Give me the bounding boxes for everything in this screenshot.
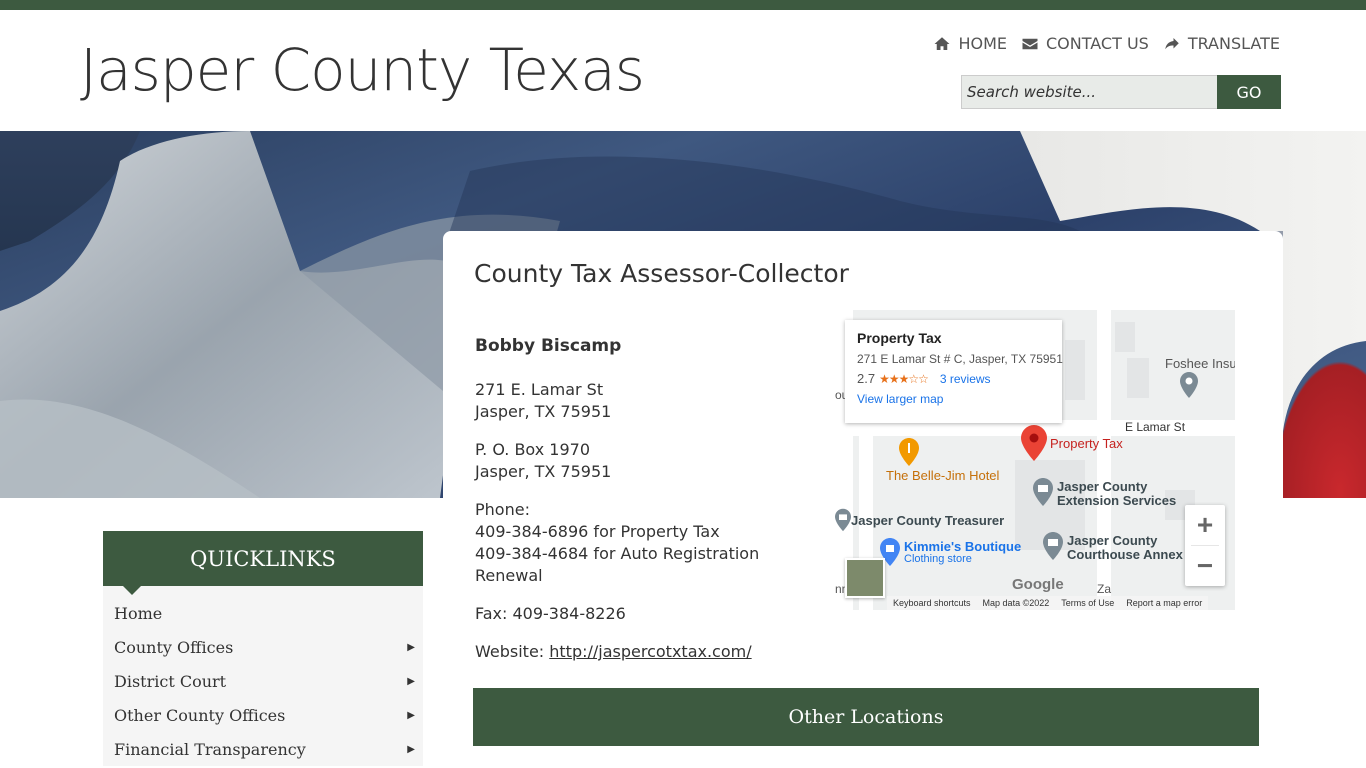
- site-title[interactable]: Jasper County Texas: [80, 36, 645, 104]
- fax-number: Fax: 409-384-8226: [475, 604, 626, 623]
- map-building: [1115, 322, 1135, 352]
- quicklink-label: Other County Offices: [114, 705, 286, 725]
- popup-title: Property Tax: [857, 330, 942, 346]
- keyboard-shortcuts-link[interactable]: Keyboard shortcuts: [893, 598, 971, 608]
- map-label-foshee: Foshee Insu: [1165, 356, 1235, 371]
- nav-contact-label: CONTACT US: [1045, 34, 1149, 53]
- nav-translate[interactable]: TRANSLATE: [1163, 34, 1280, 53]
- government-pin-icon: [1043, 532, 1063, 560]
- website-label: Website:: [475, 642, 545, 661]
- google-logo: Google: [1012, 576, 1064, 593]
- po-box-address: P. O. Box 1970 Jasper, TX 75951: [475, 439, 825, 483]
- search-go-button[interactable]: GO: [1217, 75, 1281, 109]
- phone-block: Phone: 409-384-6896 for Property Tax 409…: [475, 499, 825, 587]
- map-building: [1065, 340, 1085, 400]
- quicklink-home[interactable]: Home: [103, 596, 423, 630]
- submenu-arrow-icon: ▶: [407, 709, 415, 721]
- map-label-belle-jim: The Belle-Jim Hotel: [886, 468, 1000, 483]
- nav-translate-label: TRANSLATE: [1187, 34, 1280, 53]
- submenu-arrow-icon: ▶: [407, 675, 415, 687]
- phone-property-tax: 409-384-6896 for Property Tax: [475, 522, 720, 541]
- map-label-annex-2: Courthouse Annex: [1067, 547, 1183, 562]
- government-pin-icon: [835, 508, 851, 532]
- quicklink-district-court[interactable]: District Court ▶: [103, 664, 423, 698]
- other-locations-header[interactable]: Other Locations: [473, 688, 1259, 746]
- embedded-google-map[interactable]: Foshee Insu E Lamar St ou Property Tax T…: [835, 310, 1235, 610]
- map-pin-icon[interactable]: [1021, 425, 1047, 461]
- quicklinks-list: Home County Offices ▶ District Court ▶ Oth…: [103, 586, 423, 766]
- zoom-in-button[interactable]: +: [1185, 505, 1225, 545]
- nav-home[interactable]: HOME: [933, 34, 1007, 53]
- official-name: Bobby Biscamp: [475, 336, 622, 356]
- street-view-thumbnail[interactable]: [845, 558, 885, 598]
- restaurant-pin-icon: [899, 438, 919, 466]
- popup-address: 271 E Lamar St # C, Jasper, TX 75951: [857, 352, 1063, 366]
- address-line2: Jasper, TX 75951: [475, 402, 612, 421]
- map-label-e-lamar: E Lamar St: [1125, 420, 1186, 434]
- popup-rating: 2.7: [857, 371, 876, 386]
- map-label-annex-1: Jasper County: [1067, 533, 1158, 548]
- map-label-kimmies: Kimmie's Boutique: [904, 539, 1022, 554]
- quicklink-label: District Court: [114, 671, 227, 691]
- view-larger-map-link[interactable]: View larger map: [857, 392, 1050, 406]
- page-title: County Tax Assessor-Collector: [474, 259, 849, 288]
- map-label-extension: Jasper County Extension Services: [1057, 480, 1176, 508]
- envelope-icon: [1022, 38, 1038, 49]
- star-rating-icon: ★★★☆☆: [879, 371, 929, 386]
- quicklinks-title: QUICKLINKS: [103, 531, 423, 595]
- share-icon: [1165, 37, 1179, 49]
- address-line1: 271 E. Lamar St: [475, 380, 604, 399]
- search-input[interactable]: [961, 75, 1217, 109]
- quicklink-other-county-offices[interactable]: Other County Offices ▶: [103, 698, 423, 732]
- map-label-street-za: Za: [1097, 582, 1112, 596]
- popup-rating-row: 2.7 ★★★☆☆ 3 reviews: [857, 371, 1050, 386]
- map-poi-icon: [1180, 372, 1198, 398]
- map-label-extension-2: Extension Services: [1057, 493, 1177, 508]
- home-icon: [934, 36, 950, 50]
- nav-home-label: HOME: [958, 34, 1007, 53]
- map-label-property-tax: Property Tax: [1050, 436, 1123, 451]
- top-accent-bar: [0, 0, 1366, 10]
- submenu-arrow-icon: ▶: [407, 743, 415, 755]
- map-label-kimmies-type: Clothing store: [904, 553, 972, 565]
- zoom-out-button[interactable]: −: [1185, 546, 1225, 586]
- phone-label: Phone:: [475, 500, 530, 519]
- submenu-arrow-icon: ▶: [407, 641, 415, 653]
- map-zoom-control: + −: [1185, 505, 1225, 586]
- map-footer: Keyboard shortcuts Map data ©2022 Terms …: [887, 596, 1209, 610]
- map-building: [1127, 358, 1149, 398]
- map-road: [1097, 310, 1111, 610]
- popup-reviews-link[interactable]: 3 reviews: [940, 372, 991, 386]
- quicklink-county-offices[interactable]: County Offices ▶: [103, 630, 423, 664]
- terms-of-use-link[interactable]: Terms of Use: [1061, 598, 1114, 608]
- office-info: Bobby Biscamp 271 E. Lamar St Jasper, TX…: [475, 335, 825, 679]
- site-search: GO: [961, 75, 1281, 109]
- map-label-annex: Jasper County Courthouse Annex: [1067, 534, 1183, 562]
- government-pin-icon: [1033, 478, 1053, 506]
- map-data-attribution: Map data ©2022: [982, 598, 1050, 608]
- map-label-extension-1: Jasper County: [1057, 479, 1148, 494]
- quicklinks-panel: QUICKLINKS Home County Offices ▶ District…: [103, 531, 423, 766]
- top-nav: HOME CONTACT US TRANSLATE: [933, 34, 1280, 53]
- map-info-popup: Property Tax 271 E Lamar St # C, Jasper,…: [845, 320, 1063, 423]
- quicklink-financial-transparency[interactable]: Financial Transparency ▶: [103, 732, 423, 766]
- report-map-error-link[interactable]: Report a map error: [1126, 598, 1202, 608]
- street-address: 271 E. Lamar St Jasper, TX 75951: [475, 379, 825, 423]
- website-link[interactable]: http://jaspercotxtax.com/: [549, 642, 751, 661]
- po-line1: P. O. Box 1970: [475, 440, 590, 459]
- map-label-treasurer: Jasper County Treasurer: [851, 513, 1005, 528]
- website-line: Website: http://jaspercotxtax.com/: [475, 641, 825, 663]
- nav-contact[interactable]: CONTACT US: [1021, 34, 1149, 53]
- quicklink-label: County Offices: [114, 637, 234, 657]
- po-line2: Jasper, TX 75951: [475, 462, 612, 481]
- quicklink-label: Home: [114, 603, 163, 623]
- quicklink-label: Financial Transparency: [114, 739, 306, 759]
- phone-auto-registration: 409-384-4684 for Auto Registration Renew…: [475, 544, 760, 585]
